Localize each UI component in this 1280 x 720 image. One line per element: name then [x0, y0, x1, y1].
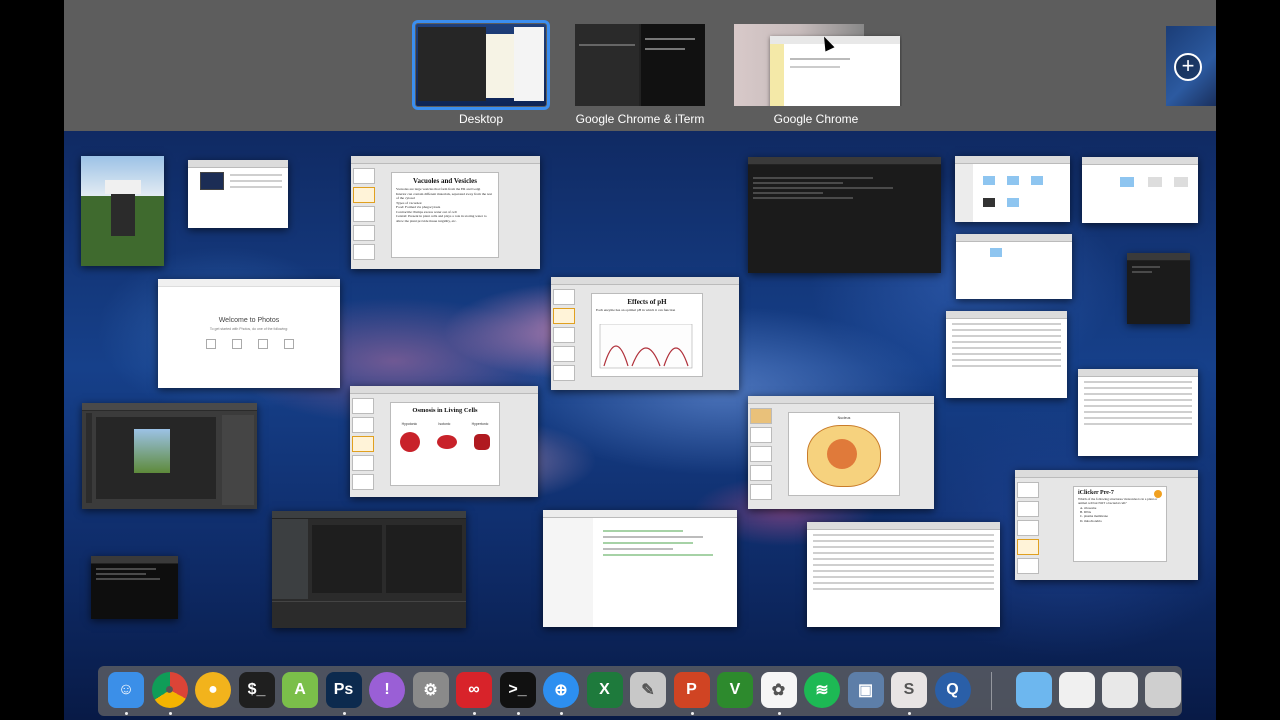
- dock-photoshop-icon[interactable]: Ps: [325, 672, 362, 708]
- window-terminal-small-left[interactable]: [91, 556, 178, 619]
- slide-bullet: Vacuoles are large vesicles that form fr…: [396, 187, 481, 191]
- slide-title: iClicker Pre-7: [1078, 490, 1114, 496]
- spaces-bar: Desktop Google Chrome & iTerm Google Chr…: [64, 0, 1216, 131]
- window-finder-1[interactable]: [955, 156, 1070, 222]
- osmosis-label: Hypertonic: [471, 422, 489, 426]
- dock-excel-icon[interactable]: X: [586, 672, 623, 708]
- iclicker-option: D. mitochondria: [1080, 518, 1102, 523]
- space-chrome-iterm[interactable]: Google Chrome & iTerm: [575, 24, 705, 126]
- red-cell-icon: [399, 432, 420, 452]
- slide-title: Vacuoles and Vesicles: [413, 177, 477, 185]
- slide-title: Effects of pH: [627, 298, 667, 306]
- dock-recent-apps-icon[interactable]: [1102, 672, 1138, 708]
- ph-curve-graph: [599, 324, 693, 369]
- dock-preview-icon[interactable]: ▣: [847, 672, 884, 708]
- dock-vim-icon[interactable]: V: [717, 672, 753, 708]
- dock-running-indicator: [690, 712, 694, 715]
- red-cell-icon: [474, 434, 491, 450]
- space-chrome-iterm-thumbnail[interactable]: [575, 24, 705, 106]
- dock-photos-icon[interactable]: ✿: [760, 672, 797, 708]
- space-desktop-thumbnail[interactable]: [412, 20, 550, 110]
- desktop: Vacuoles and Vesicles Vacuoles are large…: [64, 131, 1216, 720]
- window-finder-3[interactable]: [956, 234, 1072, 299]
- space-chrome[interactable]: Google Chrome: [734, 24, 902, 126]
- window-photoshop[interactable]: [82, 403, 257, 509]
- window-finder-list-2[interactable]: [1078, 369, 1198, 456]
- dock-safari-icon[interactable]: ⊕: [543, 672, 579, 708]
- window-powerpoint-diagram[interactable]: Nucleus: [748, 396, 934, 509]
- dock-running-indicator: [777, 712, 781, 715]
- photos-welcome-title: Welcome to Photos: [218, 317, 280, 324]
- dock-running-indicator: [168, 712, 172, 715]
- dock-spotify-icon[interactable]: ≋: [804, 672, 840, 708]
- dock-running-indicator: [342, 712, 346, 715]
- window-terminal-small-right[interactable]: [1127, 253, 1190, 324]
- photos-welcome-subtitle: To get started with Photos, do one of th…: [209, 327, 289, 331]
- plus-icon: +: [1174, 53, 1202, 81]
- dock: ☺ ● ● $_ A Ps! ⚙ ∞ >_ ⊕ X ✎ P V ✿ ≋ ▣ S Q: [98, 666, 1182, 716]
- window-powerpoint-ph[interactable]: Effects of pH Each enzyme has an optimal…: [551, 277, 739, 390]
- space-desktop[interactable]: Desktop: [412, 20, 550, 126]
- dock-running-indicator: [473, 712, 476, 715]
- window-powerpoint-iclicker[interactable]: iClicker Pre-7 Which of the following st…: [1015, 470, 1198, 580]
- window-photos-welcome[interactable]: Welcome to Photos To get started with Ph…: [158, 279, 340, 388]
- dock-finder-icon[interactable]: ☺: [108, 672, 144, 708]
- window-terminal-main[interactable]: [748, 157, 941, 273]
- iclicker-logo-icon: [1154, 490, 1162, 498]
- dock-running-indicator: [560, 712, 563, 715]
- add-space-button[interactable]: +: [1166, 26, 1216, 106]
- space-label: Google Chrome: [773, 112, 859, 126]
- dock-android-studio-icon[interactable]: A: [282, 672, 318, 708]
- dock-recent-docs-icon[interactable]: [1059, 672, 1095, 708]
- dock-running-indicator: [516, 712, 520, 715]
- iclicker-question: Which of the following structures/ molec…: [1078, 497, 1158, 505]
- window-powerpoint-osmosis[interactable]: Osmosis in Living Cells Hypotonic Isoton…: [350, 386, 538, 497]
- window-chrome-editor[interactable]: [543, 510, 737, 627]
- red-cell-icon: [436, 435, 457, 449]
- dock-creative-cloud-icon[interactable]: ∞: [456, 672, 492, 708]
- dock-running-indicator: [908, 712, 911, 715]
- slide-bullet: Central: Present in plant cells and play…: [396, 214, 487, 223]
- slide-bullet: Interior can contain different materials…: [396, 191, 492, 201]
- slide-title: Osmosis in Living Cells: [412, 407, 478, 414]
- dock-slack-icon[interactable]: S: [891, 672, 927, 708]
- slide-body: Each enzyme has an optimal pH in which i…: [596, 308, 676, 312]
- dock-quicktime-icon[interactable]: Q: [934, 672, 971, 708]
- dock-separator: [991, 672, 992, 710]
- window-ide[interactable]: [272, 511, 466, 628]
- dock-chrome-canary-icon[interactable]: ●: [195, 672, 231, 708]
- window-finder-list-3[interactable]: [807, 522, 1000, 627]
- dock-trash-icon[interactable]: [1145, 672, 1181, 708]
- window-finder-list-1[interactable]: [946, 311, 1067, 398]
- dock-system-preferences-icon[interactable]: ⚙: [412, 672, 449, 708]
- window-photo[interactable]: [81, 156, 164, 266]
- osmosis-label: Hypotonic: [401, 422, 418, 426]
- dock-iterm-icon[interactable]: >_: [499, 672, 536, 708]
- window-powerpoint-vacuoles[interactable]: Vacuoles and Vesicles Vacuoles are large…: [351, 156, 540, 269]
- dock-downloads-folder-icon[interactable]: [1016, 672, 1052, 708]
- space-chrome-thumbnail[interactable]: [734, 24, 902, 106]
- dock-powerpoint-icon[interactable]: P: [673, 672, 710, 708]
- window-finder-2[interactable]: [1082, 157, 1198, 223]
- window-settings[interactable]: [188, 160, 288, 228]
- dock-chrome-icon[interactable]: ●: [151, 672, 188, 708]
- dock-running-indicator: [125, 712, 128, 715]
- dock-terminal-icon[interactable]: $_: [238, 672, 275, 708]
- osmosis-label: Isotonic: [438, 422, 451, 426]
- dock-app-purple-icon[interactable]: !: [369, 672, 405, 708]
- dock-keychain-icon[interactable]: ✎: [630, 672, 666, 708]
- diagram-title: Nucleus: [837, 416, 851, 420]
- mission-control: Desktop Google Chrome & iTerm Google Chr…: [64, 0, 1216, 720]
